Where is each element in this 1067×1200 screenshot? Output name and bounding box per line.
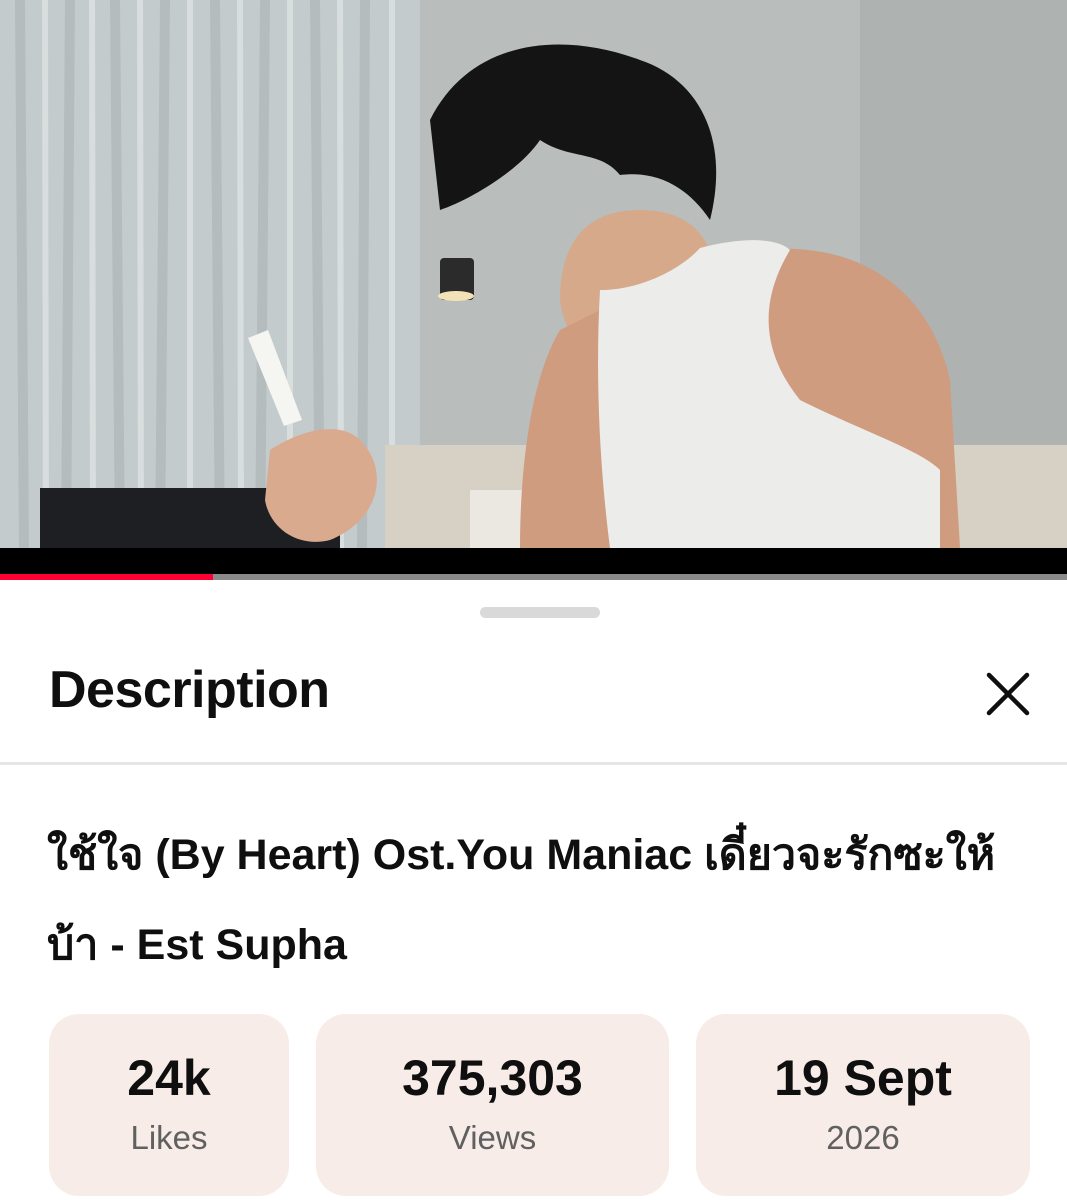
progress-bar[interactable] [0, 574, 1067, 580]
upload-date-day: 19 Sept [774, 1050, 952, 1106]
upload-date-stat: 19 Sept 2026 [696, 1014, 1030, 1196]
views-count: 375,303 [402, 1050, 583, 1106]
sheet-drag-handle[interactable] [480, 607, 600, 618]
views-stat: 375,303 Views [316, 1014, 669, 1196]
close-icon [986, 672, 1030, 716]
views-label: Views [448, 1119, 537, 1156]
description-sheet: Description ใช้ใจ (By Heart) Ost.You Man… [0, 582, 1067, 1200]
likes-stat: 24k Likes [49, 1014, 289, 1196]
divider [0, 762, 1067, 765]
likes-count: 24k [127, 1050, 211, 1106]
video-thumbnail-scene [0, 0, 1067, 548]
upload-date-year: 2026 [826, 1119, 900, 1156]
likes-label: Likes [130, 1119, 208, 1156]
progress-bar-fill [0, 574, 214, 580]
sheet-title: Description [49, 661, 330, 719]
video-title: ใช้ใจ (By Heart) Ost.You Maniac เดี๋ยวจะ… [47, 831, 996, 969]
close-button[interactable] [974, 660, 1042, 728]
video-frame[interactable] [0, 0, 1067, 548]
video-player[interactable] [0, 0, 1067, 580]
